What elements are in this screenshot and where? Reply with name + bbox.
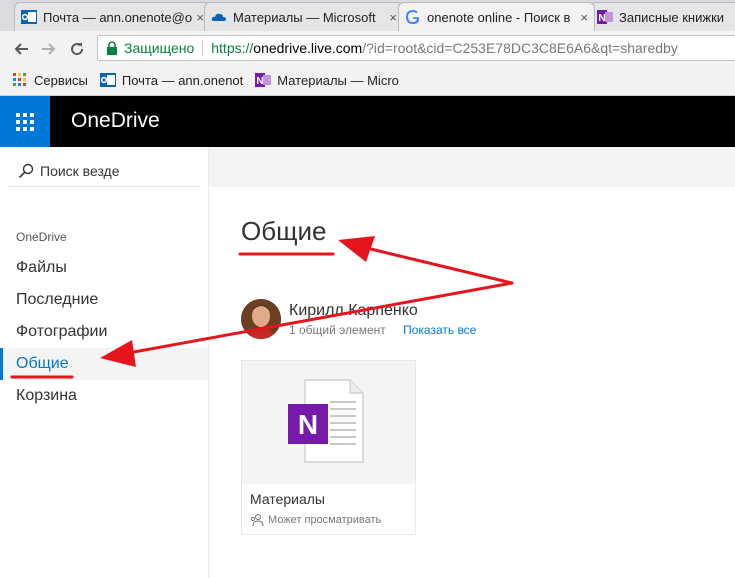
- nav-item-photos[interactable]: Фотографии: [0, 316, 208, 348]
- permission-label: Может просматривать: [268, 514, 382, 526]
- bookmark-services[interactable]: Сервисы: [12, 72, 88, 88]
- address-bar[interactable]: Защищено https:// onedrive.live.com /?id…: [97, 35, 735, 61]
- nav-item-shared[interactable]: Общие: [0, 348, 208, 380]
- svg-text:N: N: [257, 76, 264, 87]
- command-bar: [209, 147, 735, 187]
- bookmark-label: Материалы — Micro: [277, 72, 399, 88]
- waffle-icon: [16, 112, 34, 131]
- url-path: /?id=root&cid=C253E78DC3C8E6A6&qt=shared…: [362, 40, 678, 56]
- tile-thumbnail: N: [242, 361, 415, 484]
- tab-close-icon[interactable]: ×: [580, 10, 588, 25]
- forward-arrow-icon[interactable]: [38, 38, 60, 60]
- secure-label: Защищено: [124, 40, 195, 56]
- bookmarks-bar: Сервисы Почта — ann.onenot N Материалы —…: [0, 65, 735, 96]
- secure-indicator[interactable]: Защищено: [106, 40, 194, 56]
- nav-item-recycle-bin[interactable]: Корзина: [0, 380, 208, 412]
- bookmark-mail[interactable]: Почта — ann.onenot: [99, 72, 244, 88]
- tab-label: Записные книжки: [619, 9, 725, 25]
- tab-label: Материалы — Microsoft: [233, 9, 376, 25]
- onedrive-cloud-icon: [211, 9, 227, 25]
- avatar[interactable]: [241, 299, 281, 339]
- nav-item-label: Корзина: [16, 387, 77, 404]
- outlook-icon: [21, 9, 37, 25]
- app-launcher-button[interactable]: [0, 96, 50, 147]
- shared-item-tile[interactable]: N Материалы Может просматривать: [241, 360, 416, 535]
- tab-label: onenote online - Поиск в: [427, 9, 571, 25]
- url-host: onedrive.live.com: [253, 40, 363, 56]
- nav-group-label: OneDrive: [16, 230, 67, 244]
- tab-label: Почта — ann.onenote@o: [43, 9, 193, 25]
- show-all-link[interactable]: Показать все: [403, 323, 476, 337]
- svg-text:N: N: [598, 13, 605, 24]
- owner-name: Кирилл Карпенко: [289, 301, 418, 319]
- shared-owner-row: Кирилл Карпенко 1 общий элемент Показать…: [241, 299, 476, 339]
- onenote-icon: N: [597, 9, 613, 25]
- tab-close-icon[interactable]: ×: [196, 10, 204, 25]
- search-input[interactable]: Поиск везде: [8, 155, 200, 187]
- bookmark-materials[interactable]: N Материалы — Micro: [255, 72, 399, 88]
- bookmark-label: Почта — ann.onenot: [121, 72, 244, 88]
- main-content: Общие Кирилл Карпенко 1 общий элемент По…: [208, 147, 735, 578]
- browser-tab-notebooks[interactable]: N Записные книжки: [590, 2, 735, 31]
- nav-item-files[interactable]: Файлы: [0, 252, 208, 284]
- page-title: Общие: [241, 216, 327, 246]
- nav-item-label: Фотографии: [16, 323, 108, 340]
- people-icon: [250, 514, 264, 527]
- notebook-letter: N: [298, 409, 318, 440]
- browser-tab-mail[interactable]: Почта — ann.onenote@o ×: [14, 2, 211, 31]
- reload-icon[interactable]: [66, 38, 88, 60]
- back-arrow-icon[interactable]: [10, 38, 32, 60]
- item-name: Материалы: [250, 491, 325, 507]
- browser-tab-search[interactable]: onenote online - Поиск в ×: [398, 2, 595, 31]
- tab-close-icon[interactable]: ×: [389, 10, 397, 25]
- url-scheme: https://: [211, 40, 254, 56]
- nav-item-label: Последние: [16, 291, 99, 308]
- search-placeholder: Поиск везде: [40, 162, 120, 179]
- lock-icon: [107, 41, 117, 55]
- shared-count: 1 общий элемент: [289, 322, 386, 337]
- browser-tab-materials[interactable]: Материалы — Microsoft ×: [204, 2, 404, 31]
- browser-toolbar: Защищено https:// onedrive.live.com /?id…: [0, 31, 735, 65]
- outlook-icon: [99, 72, 116, 88]
- app-brand[interactable]: OneDrive: [71, 109, 160, 133]
- onenote-icon: N: [255, 72, 272, 88]
- bookmark-label: Сервисы: [34, 72, 88, 88]
- item-permission: Может просматривать: [250, 513, 381, 527]
- google-icon: [405, 9, 421, 25]
- nav-item-label: Файлы: [16, 259, 67, 276]
- app-header: OneDrive: [0, 96, 735, 147]
- apps-grid-icon: [12, 72, 28, 88]
- nav-item-label: Общие: [16, 355, 69, 372]
- browser-tab-strip: Почта — ann.onenote@o × Материалы — Micr…: [0, 0, 735, 31]
- search-icon: [18, 163, 34, 178]
- onenote-notebook-icon: N: [288, 379, 364, 463]
- left-navigation: Поиск везде OneDrive Файлы Последние Фот…: [0, 147, 208, 578]
- divider: [202, 40, 204, 56]
- nav-item-recent[interactable]: Последние: [0, 284, 208, 316]
